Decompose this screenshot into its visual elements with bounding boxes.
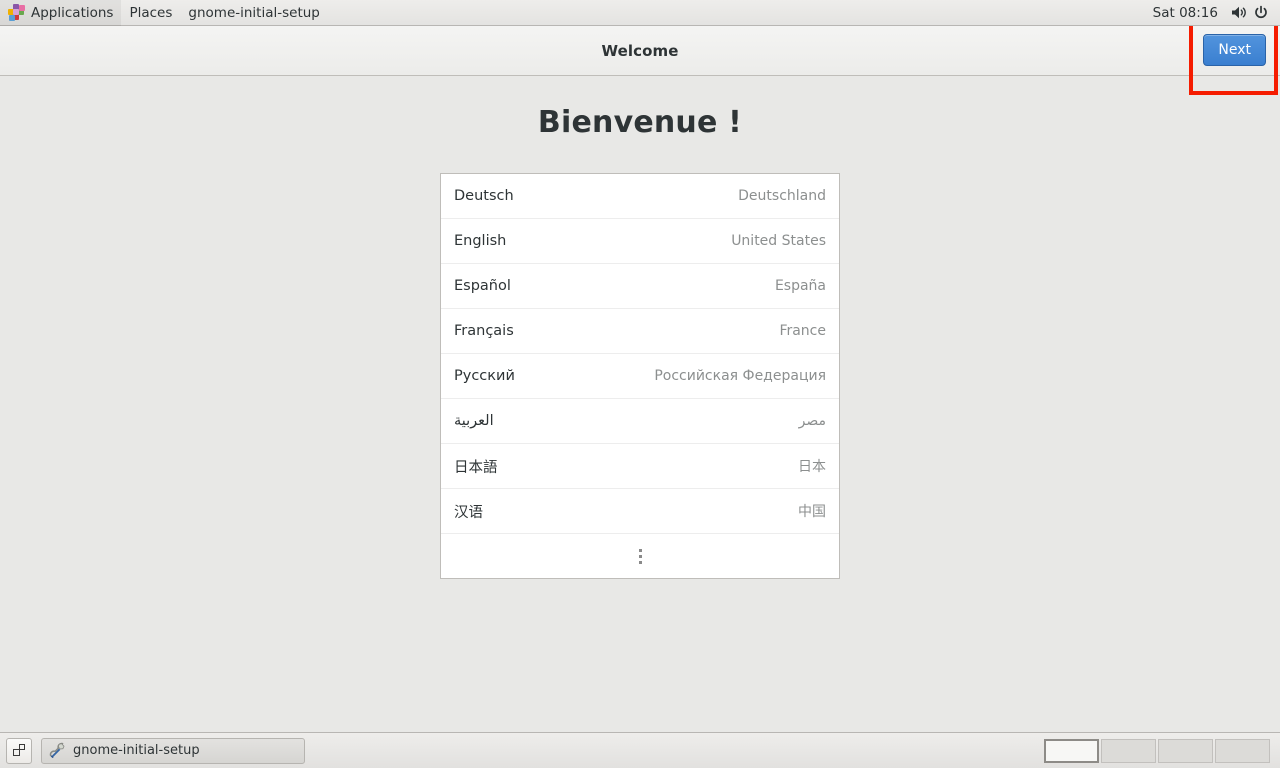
window-headerbar: Welcome Next [0,26,1280,76]
vertical-ellipsis-icon [639,549,642,564]
workspace-4[interactable] [1215,739,1270,763]
language-row[interactable]: English United States [441,219,839,264]
language-name: Русский [454,368,515,384]
language-name: Deutsch [454,188,514,204]
gnome-top-panel: Applications Places gnome-initial-setup … [0,0,1280,26]
speaker-icon[interactable] [1228,0,1250,26]
workspace-switcher[interactable] [1044,739,1274,763]
screen-root: Applications Places gnome-initial-setup … [0,0,1280,768]
language-row[interactable]: Русский Российская Федерация [441,354,839,399]
bottom-panel: gnome-initial-setup [0,732,1280,768]
top-panel-right: Sat 08:16 [1143,0,1280,26]
page-title: Welcome [601,42,678,60]
language-row[interactable]: 汉语 中国 [441,489,839,534]
language-country: United States [731,233,826,249]
welcome-content: Bienvenue ! Deutsch Deutschland English Uni… [0,76,1280,732]
language-row[interactable]: العربية مصر [441,399,839,444]
power-icon[interactable] [1250,0,1272,26]
tools-icon [49,742,66,759]
applications-menu[interactable]: Applications [0,0,121,26]
workspace-1[interactable] [1044,739,1099,763]
language-name: English [454,233,506,249]
window-list-item-label: gnome-initial-setup [73,743,200,758]
welcome-heading: Bienvenue ! [538,105,742,140]
language-name: Español [454,278,511,294]
language-row[interactable]: Español España [441,264,839,309]
window-list-item[interactable]: gnome-initial-setup [41,738,305,764]
language-name: العربية [454,413,494,429]
language-country: 日本 [798,456,826,476]
initial-setup-window: Welcome Next Bienvenue ! Deutsch Deutschl… [0,26,1280,732]
more-languages-row[interactable] [441,534,839,578]
language-name: 日本語 [454,456,498,477]
show-desktop-button[interactable] [6,738,32,764]
language-country: Российская Федерация [654,368,826,384]
language-country: 中国 [798,501,826,521]
language-row[interactable]: Deutsch Deutschland [441,174,839,219]
language-row[interactable]: 日本語 日本 [441,444,839,489]
language-country: France [779,323,826,339]
workspace-2[interactable] [1101,739,1156,763]
language-country: España [775,278,826,294]
applications-menu-label: Applications [31,5,113,21]
language-name: 汉语 [454,501,483,522]
gnome-foot-icon [8,4,25,21]
show-desktop-icon [13,744,26,757]
places-menu[interactable]: Places [121,0,180,26]
active-window-label: gnome-initial-setup [188,5,319,21]
next-button[interactable]: Next [1203,34,1266,66]
top-panel-left: Applications Places gnome-initial-setup [0,0,328,26]
language-list[interactable]: Deutsch Deutschland English United States Es… [440,173,840,579]
language-country: مصر [799,413,826,429]
language-row[interactable]: Français France [441,309,839,354]
active-window-menu[interactable]: gnome-initial-setup [180,0,327,26]
clock[interactable]: Sat 08:16 [1143,5,1228,21]
places-menu-label: Places [129,5,172,21]
language-country: Deutschland [738,188,826,204]
language-name: Français [454,323,514,339]
workspace-3[interactable] [1158,739,1213,763]
